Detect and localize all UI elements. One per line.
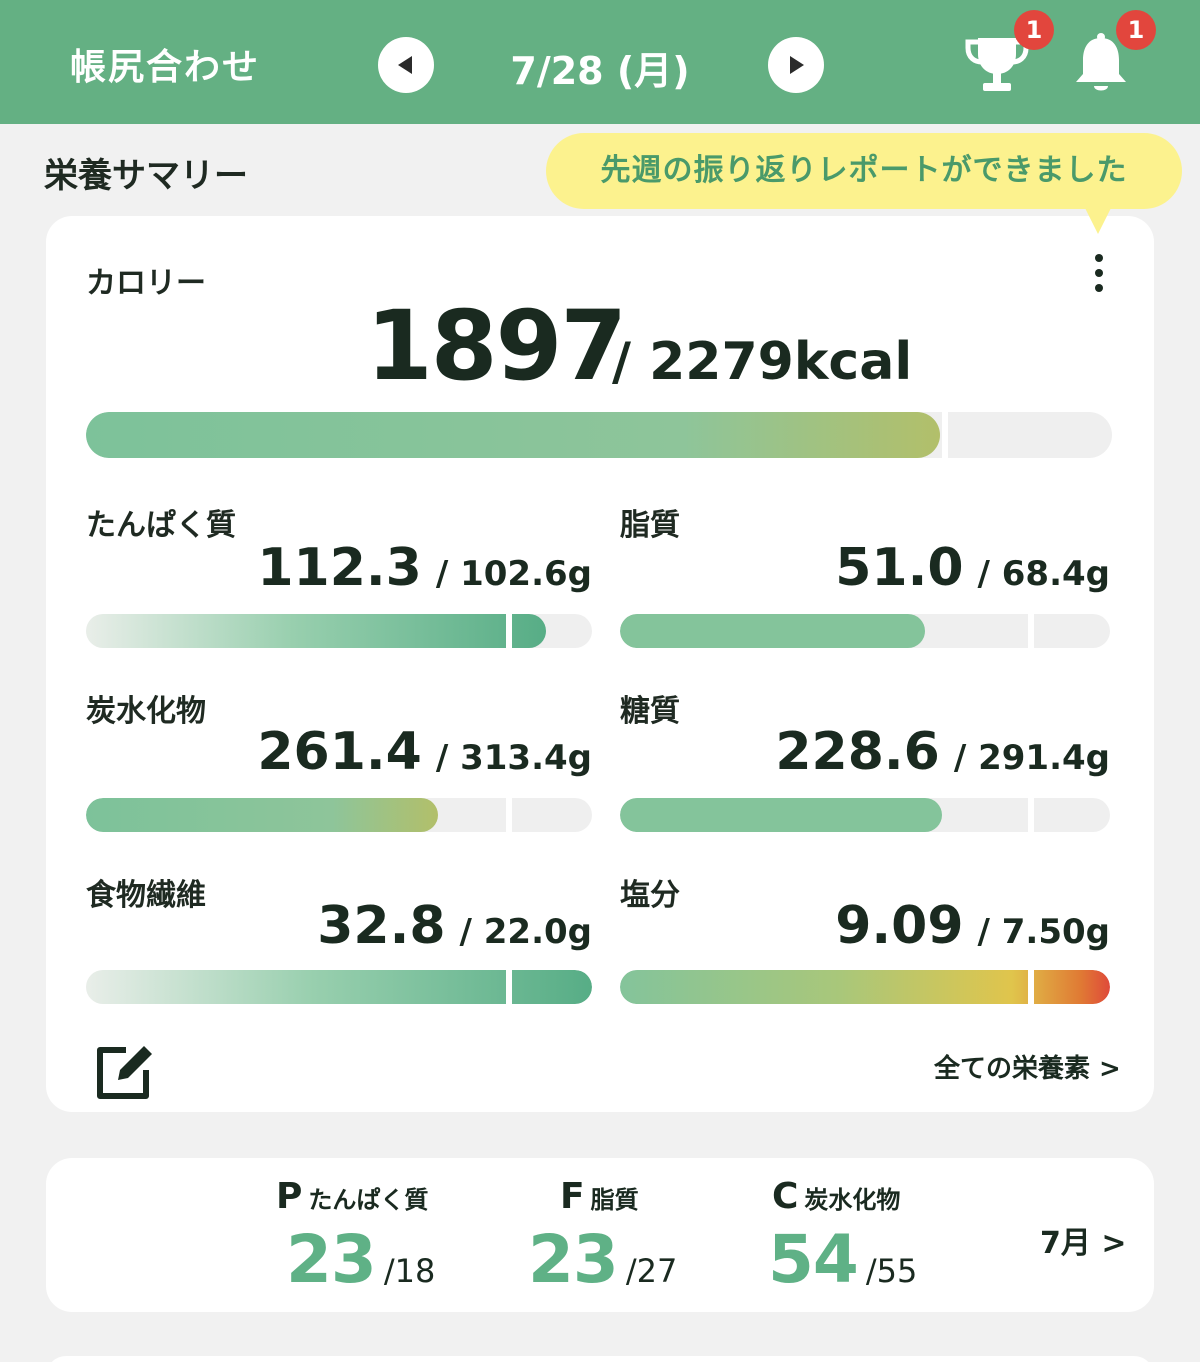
pfc-fat-name: 脂質	[590, 1186, 639, 1214]
calorie-label: カロリー	[86, 266, 206, 301]
section-title: 栄養サマリー	[44, 156, 248, 196]
pfc-protein-name: たんぱく質	[308, 1186, 429, 1214]
fiber-amount: 32.8	[317, 896, 446, 956]
carbs-amount: 261.4	[257, 722, 422, 782]
pfc-protein-letter: P	[276, 1176, 303, 1217]
pfc-fat-target: /27	[625, 1252, 678, 1290]
fiber-target: / 22.0g	[459, 912, 592, 952]
pfc-fat-letter: F	[560, 1176, 585, 1217]
nutrient-value-fat: 51.0 / 68.4g	[690, 538, 1110, 598]
edit-button[interactable]	[92, 1040, 156, 1104]
triangle-left-icon	[398, 56, 412, 74]
pfc-carbs-name: 炭水化物	[804, 1186, 901, 1214]
fiber-target-marker	[506, 970, 512, 1004]
pfc-carbs-target: /55	[865, 1252, 918, 1290]
triangle-right-icon	[790, 56, 804, 74]
edit-icon	[97, 1046, 152, 1099]
more-vertical-icon	[1095, 254, 1103, 292]
sugar-progress-bar	[620, 798, 1110, 832]
sugar-amount: 228.6	[775, 722, 940, 782]
fat-target-marker	[1028, 614, 1034, 648]
app-header: 帳尻合わせ 7/28 (月) 1 1	[0, 0, 1200, 124]
nutrient-label-fat: 脂質	[620, 508, 680, 543]
sugar-progress-fill	[620, 798, 942, 832]
fat-progress-bar	[620, 614, 1110, 648]
calorie-progress-bar	[86, 412, 1112, 458]
salt-target: / 7.50g	[977, 912, 1110, 952]
trophy-badge: 1	[1014, 10, 1054, 50]
salt-target-marker	[1028, 970, 1034, 1004]
nutrient-value-carbs: 261.4 / 313.4g	[172, 722, 592, 782]
salt-amount: 9.09	[835, 896, 964, 956]
current-date[interactable]: 7/28 (月)	[470, 40, 730, 95]
pfc-protein-target: /18	[383, 1252, 436, 1290]
pfc-protein: P たんぱく質 23/18	[276, 1176, 435, 1298]
sugar-target-marker	[1028, 798, 1034, 832]
calorie-target: / 2279kcal	[612, 332, 913, 392]
pfc-carbs-letter: C	[772, 1176, 799, 1217]
sugar-target: / 291.4g	[953, 738, 1110, 778]
carbs-progress-bar	[86, 798, 592, 832]
protein-target-marker	[506, 614, 512, 648]
next-date-button[interactable]	[768, 37, 824, 93]
salt-progress-bar	[620, 970, 1110, 1004]
fiber-progress-fill	[86, 970, 592, 1004]
fiber-progress-bar	[86, 970, 592, 1004]
nutrient-value-fiber: 32.8 / 22.0g	[172, 896, 592, 956]
prev-date-button[interactable]	[378, 37, 434, 93]
nutrient-value-salt: 9.09 / 7.50g	[690, 896, 1110, 956]
carbs-target-marker	[506, 798, 512, 832]
tooltip-tail	[1084, 206, 1112, 234]
page-title: 帳尻合わせ	[70, 47, 261, 88]
salt-progress-fill	[620, 970, 1110, 1004]
more-options-button[interactable]	[1082, 250, 1116, 296]
pfc-carbs: C 炭水化物 54/55	[768, 1176, 918, 1298]
next-card	[46, 1356, 1154, 1362]
notification-badge: 1	[1116, 10, 1156, 50]
calorie-value: 1897	[366, 290, 627, 402]
nutrient-label-sugar: 糖質	[620, 694, 680, 729]
month-link[interactable]: 7月 >	[1040, 1218, 1126, 1262]
pfc-fat-value: 23	[528, 1221, 619, 1298]
carbs-target: / 313.4g	[435, 738, 592, 778]
protein-target: / 102.6g	[435, 554, 592, 594]
fat-progress-fill	[620, 614, 926, 648]
nutrient-label-salt: 塩分	[620, 878, 680, 913]
fat-amount: 51.0	[835, 538, 964, 598]
fat-target: / 68.4g	[977, 554, 1110, 594]
nutrient-value-sugar: 228.6 / 291.4g	[690, 722, 1110, 782]
protein-amount: 112.3	[257, 538, 422, 598]
pfc-fat: F 脂質 23/27	[528, 1176, 678, 1298]
all-nutrients-link[interactable]: 全ての栄養素 >	[934, 1048, 1121, 1085]
calorie-progress-fill	[86, 412, 940, 458]
protein-progress-bar	[86, 614, 592, 648]
carbs-progress-fill	[86, 798, 438, 832]
pfc-protein-value: 23	[286, 1221, 377, 1298]
weekly-report-tooltip[interactable]: 先週の振り返りレポートができました	[546, 133, 1182, 209]
nutrient-value-protein: 112.3 / 102.6g	[172, 538, 592, 598]
pfc-carbs-value: 54	[768, 1221, 859, 1298]
calorie-target-marker	[942, 412, 948, 458]
protein-progress-fill	[86, 614, 546, 648]
